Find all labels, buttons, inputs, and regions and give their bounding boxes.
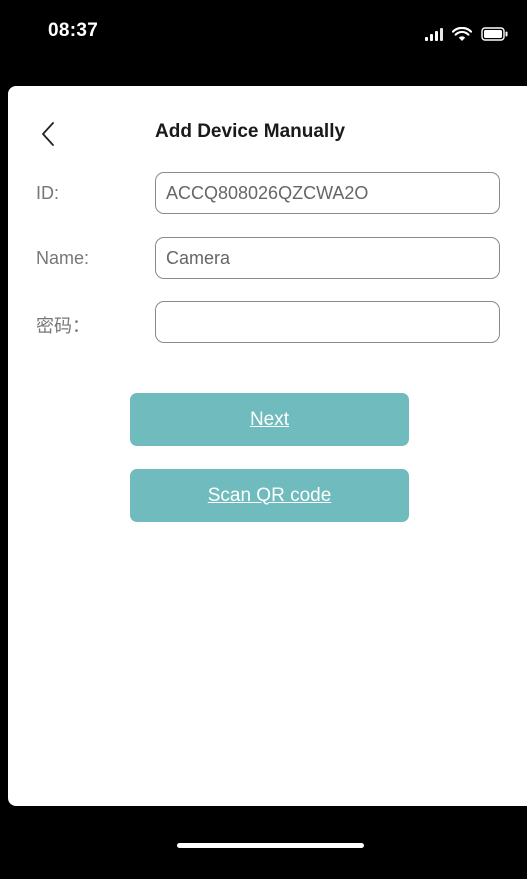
password-field[interactable]: [155, 301, 500, 343]
id-label: ID:: [36, 183, 60, 203]
status-bar: 08:37: [0, 0, 527, 86]
status-time: 08:37: [48, 20, 99, 41]
scan-qr-button[interactable]: Scan QR code: [130, 469, 409, 522]
next-button[interactable]: Next: [130, 393, 409, 446]
name-label: Name:: [36, 248, 90, 268]
chevron-left-icon: [42, 122, 54, 146]
back-button[interactable]: [36, 120, 60, 148]
main-sheet: Add Device Manually ID: Name: 密码： Next S…: [8, 86, 527, 806]
id-row: ID:: [8, 172, 527, 216]
password-row: 密码：: [8, 301, 527, 345]
signal-icon: [425, 27, 443, 41]
battery-icon: [481, 27, 509, 41]
password-label: 密码：: [36, 316, 90, 336]
wifi-icon: [452, 26, 472, 42]
page-title: Add Device Manually: [155, 121, 346, 142]
home-indicator: [177, 843, 364, 848]
id-field[interactable]: [155, 172, 500, 214]
name-field[interactable]: [155, 237, 500, 279]
status-icons: [425, 24, 509, 44]
name-row: Name:: [8, 237, 527, 281]
